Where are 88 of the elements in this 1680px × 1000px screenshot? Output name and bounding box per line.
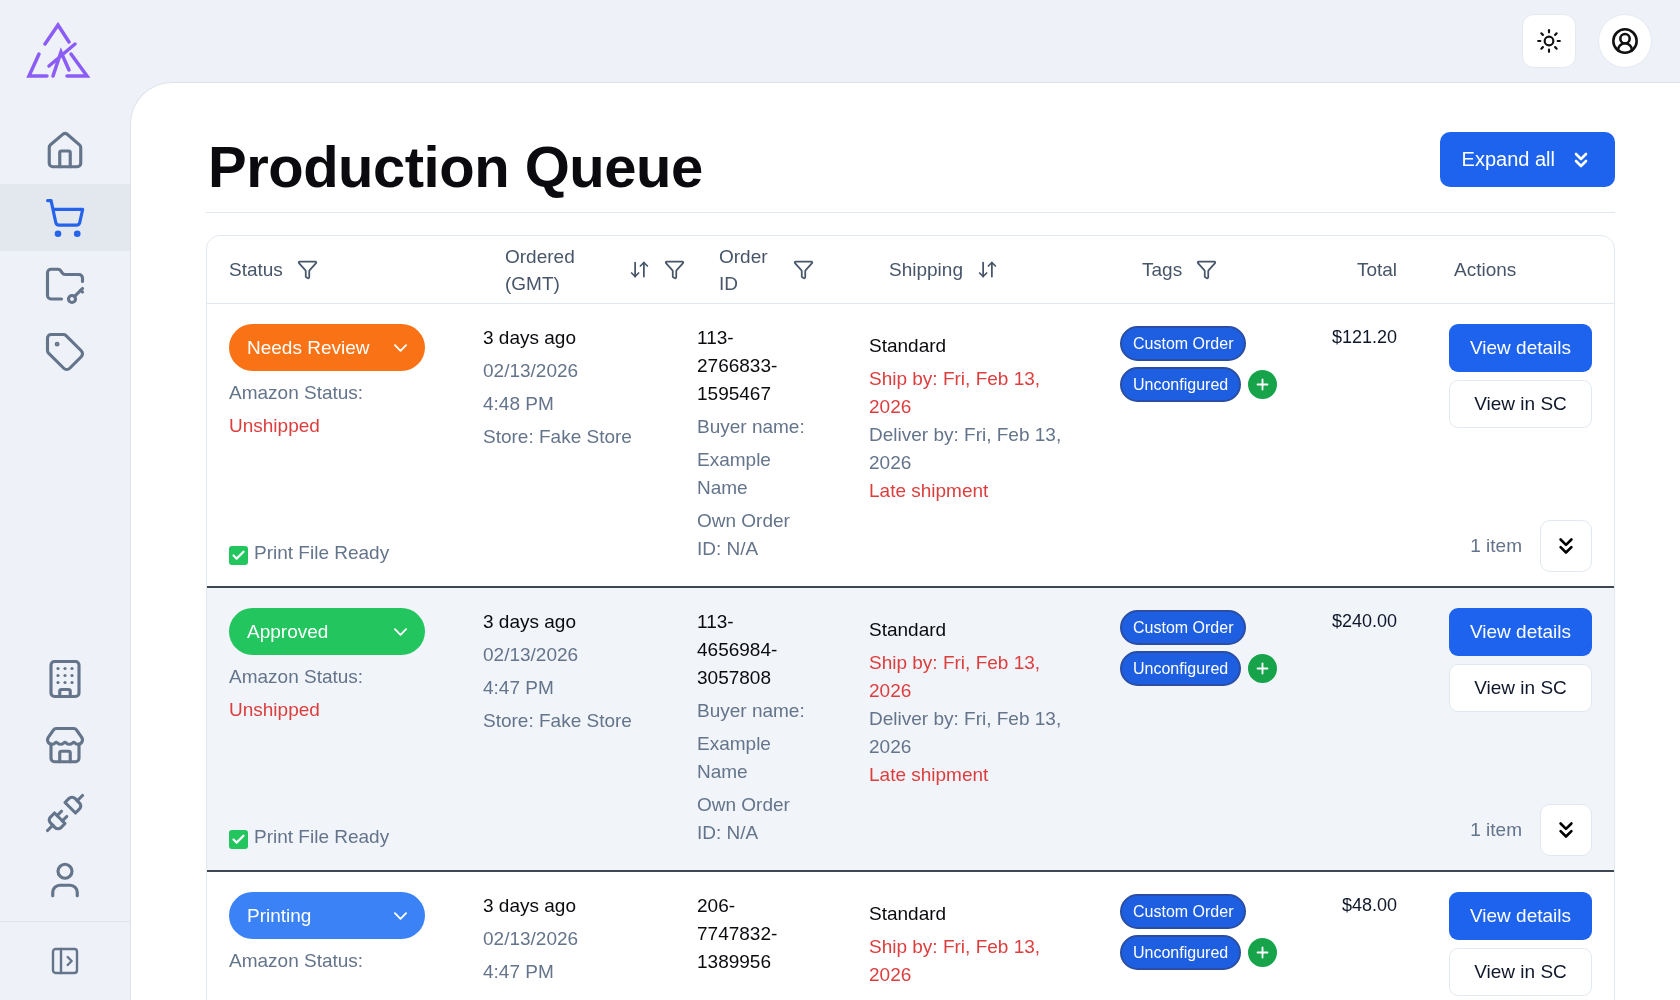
chevron-down-icon — [394, 627, 407, 636]
shipping-ship-by: Ship by: Fri, Feb 13, 2026 — [869, 935, 1042, 987]
order-detail: 02/13/2026 — [483, 927, 580, 951]
print-file-status: Print File Ready — [254, 825, 390, 849]
order-detail: Buyer name: — [697, 415, 806, 439]
theme-toggle[interactable] — [1522, 14, 1576, 68]
shipping-deliver-by: Deliver by: Fri, Feb 13, 2026 — [869, 707, 1063, 759]
nav-item[interactable] — [0, 184, 130, 251]
order-detail: 02/13/2026 — [483, 643, 580, 667]
filter-icon[interactable] — [793, 259, 814, 280]
shipping-deliver-by: Deliver by: Fri, Feb 13, 2026 — [869, 423, 1063, 475]
view-in-sc-button[interactable]: View in SC — [1449, 380, 1592, 428]
shipping-method: Standard — [869, 334, 948, 358]
amazon-status-label: Amazon Status: — [229, 381, 365, 405]
order-age: 3 days ago — [483, 894, 577, 918]
panel-icon — [49, 945, 81, 977]
tag: Custom Order — [1120, 894, 1247, 929]
order-detail: Store: Fake Store — [483, 425, 633, 449]
order-total: $48.00 — [1340, 894, 1398, 917]
order-total: $240.00 — [1330, 610, 1398, 633]
item-count: 1 item — [1470, 819, 1522, 841]
tag: Custom Order — [1120, 326, 1247, 361]
column-header: Status — [229, 258, 283, 282]
order-detail: Own Order ID: N/A — [697, 793, 791, 845]
column-header: Actions — [1454, 258, 1517, 282]
filter-icon[interactable] — [296, 259, 318, 280]
expand-row-button[interactable] — [1540, 804, 1592, 856]
shipping-warning: Late shipment — [869, 479, 990, 503]
order-detail: Example Name — [697, 448, 772, 500]
column-header: Total — [1356, 258, 1398, 282]
order-age: 3 days ago — [483, 610, 577, 634]
order-total: $121.20 — [1330, 326, 1398, 349]
order-id: 206-7747832-1389956 — [697, 894, 779, 974]
order-detail: Own Order ID: N/A — [697, 509, 791, 561]
order-id: 113-4656984-3057808 — [697, 610, 779, 690]
tag: Unconfigured — [1120, 935, 1242, 970]
view-in-sc-button[interactable]: View in SC — [1449, 664, 1592, 712]
view-details-button[interactable]: View details — [1449, 608, 1592, 656]
view-details-button[interactable]: View details — [1449, 324, 1592, 372]
status-dropdown[interactable]: Needs Review — [229, 324, 425, 371]
amazon-status: Unshipped — [229, 698, 321, 722]
page-title: Production Queue — [208, 133, 703, 200]
shipping-method: Standard — [869, 902, 948, 926]
status-dropdown[interactable]: Printing — [229, 892, 425, 939]
order-detail: 02/13/2026 — [483, 359, 580, 383]
column-header: Order ID — [719, 244, 769, 296]
shipping-ship-by: Ship by: Fri, Feb 13, 2026 — [869, 367, 1042, 419]
add-tag-button[interactable] — [1248, 370, 1278, 399]
logo — [25, 22, 91, 80]
chevron-down-icon — [394, 343, 407, 352]
order-detail: 4:48 PM — [483, 392, 555, 416]
order-detail: Example Name — [697, 732, 772, 784]
cart-icon — [44, 196, 86, 239]
tag: Unconfigured — [1120, 367, 1242, 402]
column-header: Shipping — [889, 258, 963, 282]
user-icon — [1611, 27, 1639, 55]
column-header: Tags — [1142, 258, 1183, 282]
sort-icon[interactable] — [976, 259, 998, 280]
view-in-sc-button[interactable]: View in SC — [1449, 948, 1592, 996]
shipping-ship-by: Ship by: Fri, Feb 13, 2026 — [869, 651, 1042, 703]
view-details-button[interactable]: View details — [1449, 892, 1592, 940]
filter-icon[interactable] — [1196, 259, 1218, 280]
amazon-status-label: Amazon Status: — [229, 949, 365, 973]
amazon-status-label: Amazon Status: — [229, 665, 365, 689]
tag: Unconfigured — [1120, 651, 1242, 686]
add-tag-button[interactable] — [1248, 938, 1278, 967]
sort-icon[interactable] — [629, 259, 650, 280]
chevron-down-icon — [394, 911, 407, 920]
order-detail: 4:47 PM — [483, 676, 555, 700]
shipping-method: Standard — [869, 618, 948, 642]
tag-icon — [44, 330, 86, 373]
expand-all-button[interactable]: Expand all — [1439, 132, 1615, 187]
tag: Custom Order — [1120, 610, 1247, 645]
column-header: Ordered (GMT) — [505, 244, 576, 296]
order-id: 113-2766833-1595467 — [697, 326, 779, 406]
sun-icon — [1536, 28, 1562, 54]
order-detail: Store: Fake Store — [483, 709, 633, 733]
filter-icon[interactable] — [664, 259, 685, 280]
order-age: 3 days ago — [483, 326, 577, 350]
add-tag-button[interactable] — [1248, 654, 1278, 683]
shipping-warning: Late shipment — [869, 763, 990, 787]
amazon-status: Unshipped — [229, 414, 321, 438]
expand-row-button[interactable] — [1540, 520, 1592, 572]
item-count: 1 item — [1470, 535, 1522, 557]
plug-icon — [44, 791, 86, 834]
order-detail: 4:47 PM — [483, 960, 555, 984]
order-detail: Buyer name: — [697, 699, 806, 723]
print-file-status: Print File Ready — [254, 541, 390, 565]
